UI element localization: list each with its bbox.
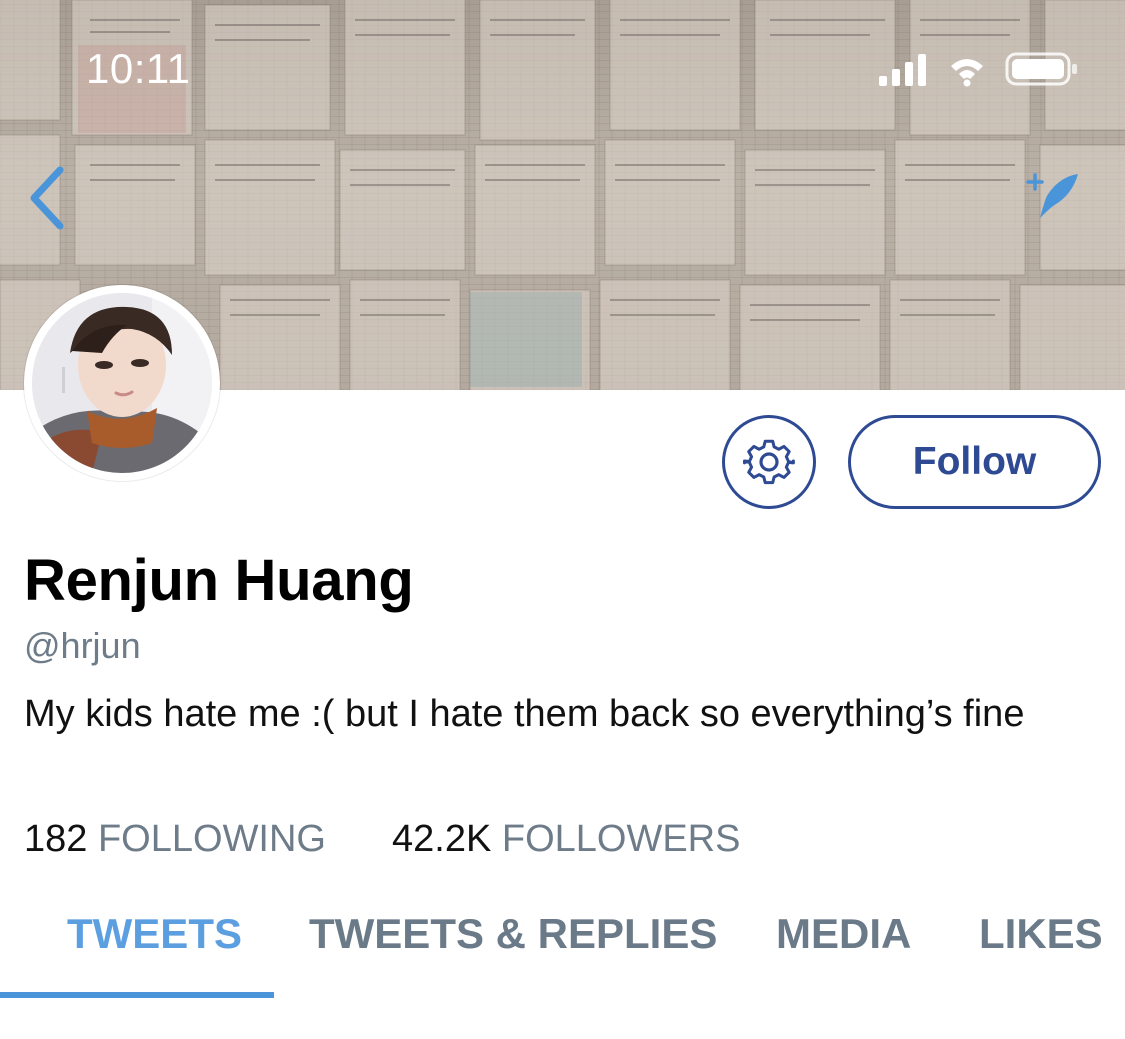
tab-tweets[interactable]: TWEETS — [67, 908, 242, 960]
back-button[interactable] — [20, 160, 80, 236]
tab-tweets-and-replies[interactable]: TWEETS & REPLIES — [309, 908, 717, 960]
followers-label: FOLLOWERS — [501, 818, 741, 860]
followers-stat[interactable]: 42.2K FOLLOWERS — [392, 815, 740, 863]
profile-handle: @hrjun — [24, 625, 141, 666]
follow-button[interactable]: Follow — [848, 415, 1101, 509]
avatar-photo — [32, 293, 212, 473]
following-label: FOLLOWING — [97, 818, 326, 860]
wifi-icon — [951, 59, 983, 87]
gear-icon — [743, 439, 795, 485]
profile-bio: My kids hate me :( but I hate them back … — [24, 693, 1025, 735]
following-stat[interactable]: 182 FOLLOWING — [24, 815, 326, 863]
status-bar-icons — [879, 52, 1077, 87]
chevron-left-icon — [30, 166, 64, 230]
active-tab-indicator — [0, 992, 274, 998]
following-count: 182 — [24, 818, 88, 860]
profile-display-name: Renjun Huang — [24, 548, 414, 613]
profile-avatar[interactable] — [24, 285, 220, 481]
tab-media[interactable]: MEDIA — [776, 908, 911, 960]
profile-settings-button[interactable] — [722, 415, 816, 509]
compose-tweet-button[interactable] — [1024, 168, 1088, 224]
battery-icon — [1005, 52, 1077, 86]
tab-likes[interactable]: LIKES — [979, 908, 1103, 960]
profile-tabs: TWEETS TWEETS & REPLIES MEDIA LIKES — [0, 900, 1125, 1000]
profile-screen: 10:11 Follow Renjun Huang @hrjun My kids… — [0, 0, 1125, 1039]
feather-sparkle-icon — [1026, 173, 1078, 218]
followers-count: 42.2K — [392, 818, 492, 860]
cellular-signal-icon — [879, 54, 926, 86]
profile-stats: 182 FOLLOWING 42.2K FOLLOWERS — [24, 815, 740, 863]
status-bar-time: 10:11 — [86, 45, 191, 92]
